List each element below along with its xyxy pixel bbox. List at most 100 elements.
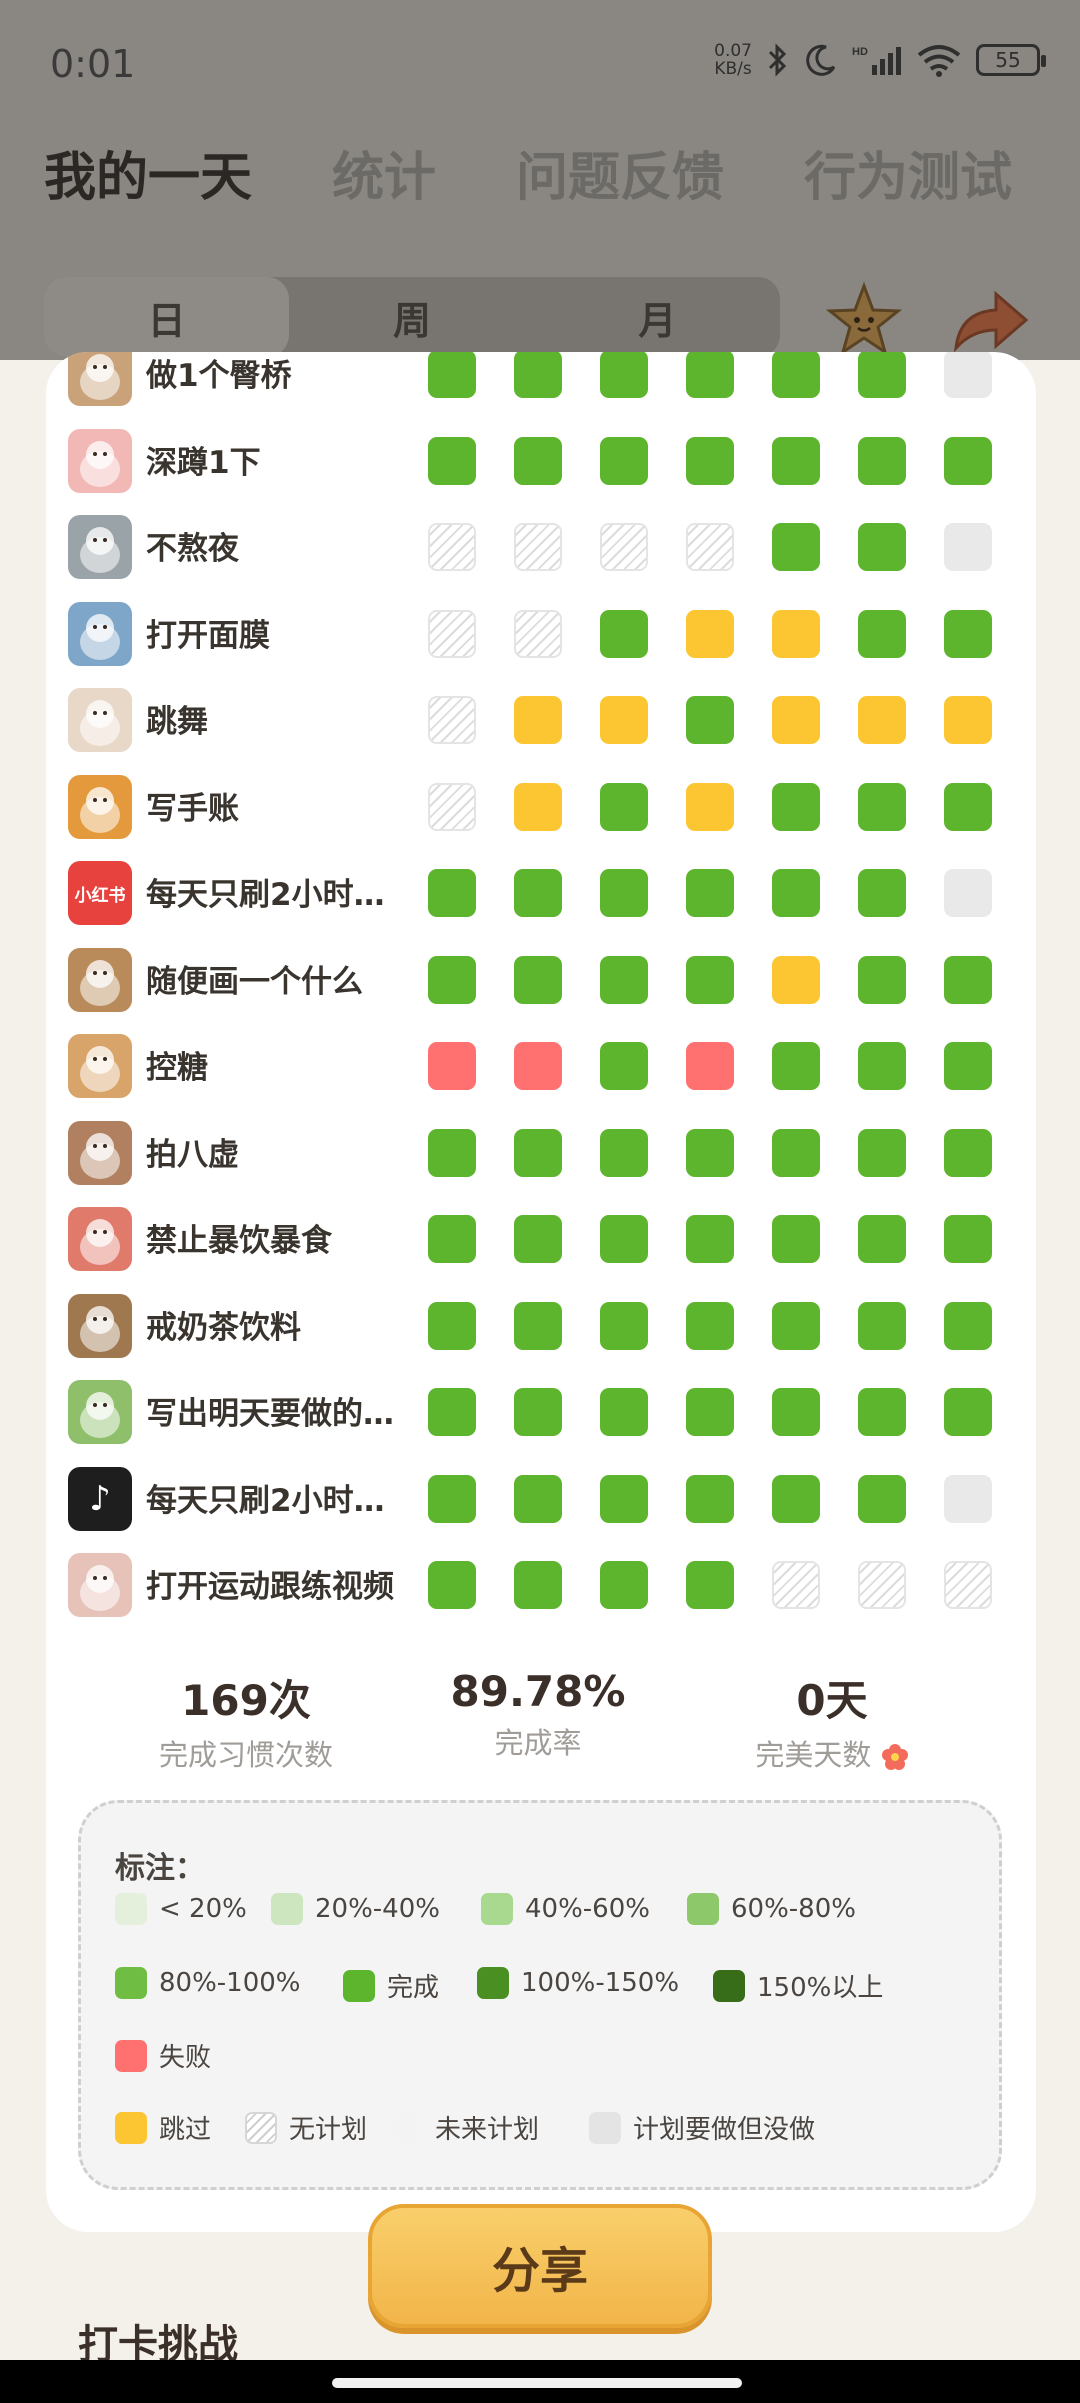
habit-day-cell-done[interactable] <box>944 1388 992 1436</box>
habit-row[interactable]: 拍八虚 <box>46 1111 1036 1197</box>
habit-day-cell-done[interactable] <box>686 955 734 1004</box>
habit-day-cell-done[interactable] <box>600 1215 648 1263</box>
habit-day-cell-skip[interactable] <box>772 609 820 658</box>
habit-day-cell-done[interactable] <box>772 782 820 831</box>
habit-day-cell-done[interactable] <box>944 609 992 658</box>
habit-day-cell-done[interactable] <box>772 352 820 398</box>
habit-day-cell-noplan[interactable] <box>428 523 476 571</box>
share-button[interactable]: 分享 <box>368 2204 712 2328</box>
habit-day-cell-done[interactable] <box>514 352 562 398</box>
habit-day-cell-done[interactable] <box>858 523 906 571</box>
habit-day-cell-noplan[interactable] <box>428 696 476 744</box>
habit-day-cell-done[interactable] <box>772 1474 820 1523</box>
habit-day-cell-done[interactable] <box>686 1474 734 1523</box>
habit-row[interactable]: 写出明天要做的… <box>46 1370 1036 1456</box>
habit-day-cell-done[interactable] <box>858 1215 906 1263</box>
habit-row[interactable]: 跳舞 <box>46 678 1036 764</box>
habit-day-cell-done[interactable] <box>514 436 562 485</box>
range-tab-month[interactable]: 月 <box>535 277 780 357</box>
habit-day-cell-done[interactable] <box>858 436 906 485</box>
habit-day-cell-done[interactable] <box>428 1474 476 1523</box>
habit-day-cell-done[interactable] <box>514 1215 562 1263</box>
home-indicator[interactable] <box>332 2378 742 2388</box>
habit-day-cell-done[interactable] <box>600 436 648 485</box>
habit-day-cell-done[interactable] <box>772 436 820 485</box>
habit-day-cell-noplan[interactable] <box>514 609 562 658</box>
habit-day-cell-missed[interactable] <box>944 352 992 398</box>
habit-day-cell-done[interactable] <box>428 1388 476 1436</box>
habit-day-cell-done[interactable] <box>772 1042 820 1090</box>
habit-day-cell-done[interactable] <box>944 436 992 485</box>
habit-day-cell-fail[interactable] <box>428 1042 476 1090</box>
habit-day-cell-done[interactable] <box>686 352 734 398</box>
habit-day-cell-done[interactable] <box>858 955 906 1004</box>
habit-row[interactable]: 深蹲1下 <box>46 419 1036 505</box>
nav-tab-behavior-test[interactable]: 行为测试 <box>804 135 1012 210</box>
habit-day-cell-missed[interactable] <box>944 869 992 917</box>
habit-day-cell-done[interactable] <box>944 1301 992 1350</box>
habit-day-cell-noplan[interactable] <box>858 1561 906 1609</box>
share-arrow-icon[interactable] <box>950 286 1030 356</box>
habit-day-cell-skip[interactable] <box>514 782 562 831</box>
habit-day-cell-done[interactable] <box>858 1388 906 1436</box>
habit-day-cell-done[interactable] <box>772 1128 820 1177</box>
habit-day-cell-noplan[interactable] <box>772 1561 820 1609</box>
habit-day-cell-done[interactable] <box>428 1301 476 1350</box>
habit-day-cell-done[interactable] <box>858 782 906 831</box>
nav-tab-stats[interactable]: 统计 <box>332 135 436 210</box>
habit-day-cell-done[interactable] <box>686 869 734 917</box>
habit-day-cell-done[interactable] <box>514 1388 562 1436</box>
habit-day-cell-done[interactable] <box>428 352 476 398</box>
habit-day-cell-done[interactable] <box>858 1474 906 1523</box>
habit-day-cell-noplan[interactable] <box>686 523 734 571</box>
habit-row[interactable]: 不熬夜 <box>46 505 1036 591</box>
habit-day-cell-done[interactable] <box>944 1128 992 1177</box>
habit-day-cell-done[interactable] <box>772 1215 820 1263</box>
habit-day-cell-noplan[interactable] <box>944 1561 992 1609</box>
habit-day-cell-skip[interactable] <box>772 696 820 744</box>
habit-day-cell-done[interactable] <box>428 1128 476 1177</box>
habit-day-cell-done[interactable] <box>428 955 476 1004</box>
habit-row[interactable]: 禁止暴饮暴食 <box>46 1197 1036 1283</box>
habit-day-cell-done[interactable] <box>686 1301 734 1350</box>
habit-day-cell-noplan[interactable] <box>514 523 562 571</box>
habit-day-cell-done[interactable] <box>858 609 906 658</box>
habit-row[interactable]: 做1个臀桥 <box>46 352 1036 418</box>
habit-day-cell-done[interactable] <box>858 869 906 917</box>
habit-day-cell-fail[interactable] <box>514 1042 562 1090</box>
habit-day-cell-done[interactable] <box>686 1561 734 1609</box>
star-mascot-icon[interactable] <box>826 282 902 358</box>
habit-day-cell-done[interactable] <box>600 955 648 1004</box>
habit-day-cell-skip[interactable] <box>600 696 648 744</box>
habit-day-cell-done[interactable] <box>858 1042 906 1090</box>
habit-day-cell-done[interactable] <box>600 1042 648 1090</box>
habit-row[interactable]: 写手账 <box>46 765 1036 851</box>
habit-day-cell-missed[interactable] <box>944 1474 992 1523</box>
habit-day-cell-done[interactable] <box>428 1561 476 1609</box>
habit-day-cell-done[interactable] <box>686 436 734 485</box>
habit-day-cell-skip[interactable] <box>686 609 734 658</box>
habit-day-cell-done[interactable] <box>600 1301 648 1350</box>
habit-day-cell-done[interactable] <box>428 436 476 485</box>
habit-day-cell-skip[interactable] <box>858 696 906 744</box>
habit-day-cell-done[interactable] <box>944 1042 992 1090</box>
habit-day-cell-done[interactable] <box>514 955 562 1004</box>
habit-day-cell-missed[interactable] <box>944 523 992 571</box>
habit-day-cell-done[interactable] <box>772 1301 820 1350</box>
habit-day-cell-done[interactable] <box>772 1388 820 1436</box>
habit-day-cell-done[interactable] <box>514 869 562 917</box>
habit-day-cell-done[interactable] <box>686 1388 734 1436</box>
habit-row[interactable]: ♪ 每天只刷2小时… <box>46 1457 1036 1543</box>
habit-day-cell-done[interactable] <box>686 1128 734 1177</box>
habit-day-cell-done[interactable] <box>772 523 820 571</box>
habit-day-cell-noplan[interactable] <box>428 782 476 831</box>
habit-day-cell-done[interactable] <box>944 955 992 1004</box>
habit-day-cell-skip[interactable] <box>944 696 992 744</box>
habit-day-cell-done[interactable] <box>772 869 820 917</box>
habit-day-cell-done[interactable] <box>944 1215 992 1263</box>
habit-day-cell-done[interactable] <box>600 1388 648 1436</box>
habit-row[interactable]: 打开面膜 <box>46 592 1036 678</box>
nav-tab-feedback[interactable]: 问题反馈 <box>516 135 724 210</box>
habit-day-cell-done[interactable] <box>858 352 906 398</box>
habit-day-cell-skip[interactable] <box>772 955 820 1004</box>
